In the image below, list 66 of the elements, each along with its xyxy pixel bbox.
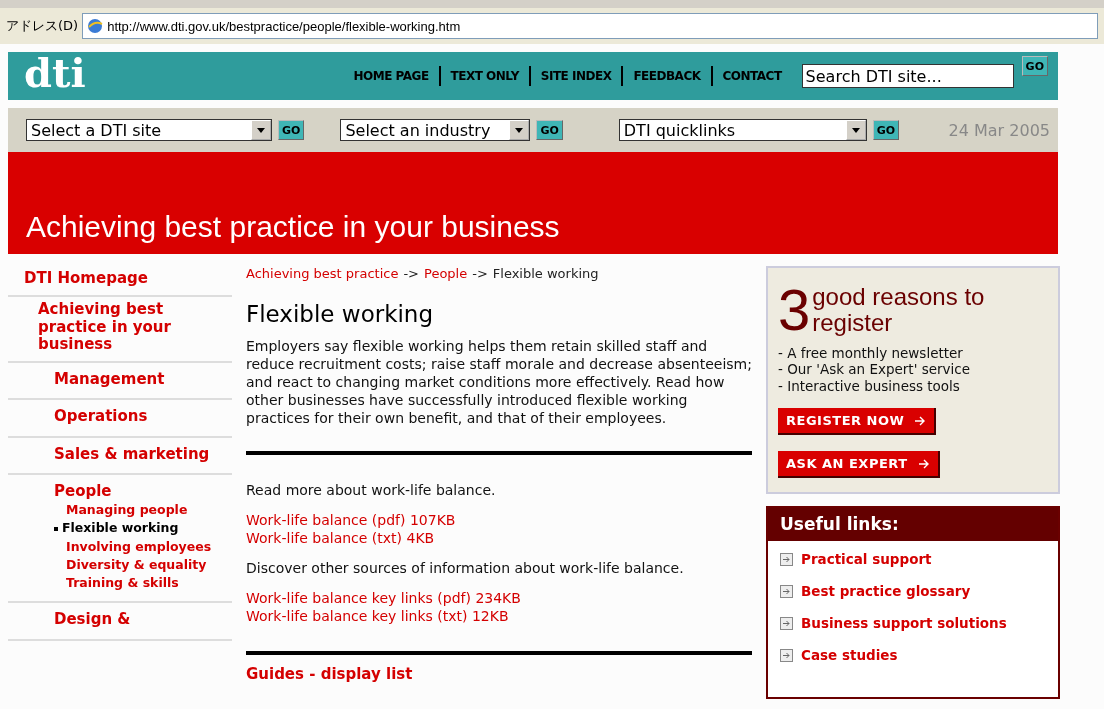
nav-subitem[interactable]: Involving employees (8, 538, 232, 555)
date: 24 Mar 2005 (948, 120, 1050, 140)
dropdown[interactable]: Select an industry (340, 119, 531, 141)
nav-subitem[interactable]: Diversity & equality (8, 556, 232, 573)
nav-link[interactable]: FEEDBACK (621, 66, 711, 86)
section-heading: Guides - display list (246, 665, 414, 683)
nav-item[interactable]: Operations (8, 408, 232, 426)
arrow-box-icon (780, 648, 793, 662)
breadcrumb-link[interactable]: People (424, 266, 468, 281)
useful-link[interactable]: Case studies (780, 647, 1046, 664)
register-button[interactable]: ASK AN EXPERT (778, 451, 940, 479)
nav-item[interactable]: DTI Homepage (8, 270, 232, 288)
intro-paragraph: Employers say flexible working helps them retain skilled staff and reduce recruitment costs; raise staff morale and decrease absenteeism; and react to changing market conditions more effectively. Read how other businesses have successfully introduced flexible working practices for their own benefit, and that of their employees. (246, 337, 752, 427)
globe-icon (87, 18, 104, 34)
go-button[interactable]: GO (1021, 56, 1048, 76)
caret-icon (845, 120, 866, 140)
caret-icon (251, 120, 271, 140)
register-button[interactable]: REGISTER NOW (778, 408, 937, 436)
nav-subitem[interactable]: Managing people (8, 502, 232, 519)
go-button[interactable]: GO (536, 120, 563, 140)
arrow-box-icon (780, 552, 793, 566)
nav-link[interactable]: SITE INDEX (528, 66, 622, 86)
search-field[interactable]: Search DTI site... (801, 64, 1014, 88)
reason-text: - Interactive business tools (778, 377, 961, 395)
caret-icon (509, 120, 530, 140)
nav-link[interactable]: CONTACT (710, 66, 792, 86)
download-link[interactable]: Work-life balance (txt) 4KB (246, 529, 752, 547)
breadcrumb-text: Flexible working (492, 266, 599, 281)
useful-link[interactable]: Best practice glossary (780, 583, 1046, 600)
nav-subitem[interactable]: Flexible working (8, 520, 232, 537)
breadcrumb-text: -> (472, 266, 488, 281)
section-text: Read more about work-life balance. (246, 481, 497, 499)
arrow-box-icon (780, 616, 793, 630)
banner-title: Achieving best practice in your business (26, 210, 560, 244)
reason-text: - A free monthly newsletter (778, 344, 964, 362)
arrow-icon (917, 458, 930, 469)
nav-item[interactable]: Achieving best practice in your business (8, 301, 232, 353)
nav-item[interactable]: People (8, 482, 232, 500)
download-link[interactable]: Work-life balance key links (pdf) 234KB (246, 589, 752, 607)
arrow-box-icon (780, 584, 793, 598)
download-link[interactable]: Work-life balance key links (txt) 12KB (246, 607, 752, 625)
nav-item[interactable]: Design & (8, 611, 232, 629)
go-button[interactable]: GO (278, 120, 305, 140)
reason-text: - Our 'Ask an Expert' service (778, 361, 971, 378)
useful-link[interactable]: Practical support (780, 551, 1046, 568)
download-link[interactable]: Work-life balance (pdf) 107KB (246, 511, 752, 529)
go-button[interactable]: GO (872, 120, 900, 140)
reasons-number: 3 (778, 284, 811, 337)
nav-item[interactable]: Management (8, 371, 232, 389)
section-text: Discover other sources of information about work-life balance. (246, 559, 685, 577)
nav-link[interactable]: TEXT ONLY (438, 66, 529, 86)
breadcrumb-text: -> (403, 266, 419, 281)
dropdown[interactable]: Select a DTI site (26, 119, 272, 141)
nav-link[interactable]: HOME PAGE (343, 66, 439, 86)
breadcrumb-link[interactable]: Achieving best practice (246, 266, 399, 281)
page-title: Flexible working (246, 301, 435, 327)
panel-title: Useful links: (768, 508, 1058, 542)
logo[interactable]: dti (24, 53, 86, 93)
nav-subitem[interactable]: Training & skills (8, 575, 232, 592)
useful-link[interactable]: Business support solutions (780, 615, 1046, 632)
address-field[interactable]: http://www.dti.gov.uk/bestpractice/people/flexible-working.htm (82, 13, 1098, 39)
dropdown[interactable]: DTI quicklinks (618, 119, 867, 141)
arrow-icon (914, 415, 927, 426)
nav-item[interactable]: Sales & marketing (8, 445, 232, 463)
register-title: good reasons to register (812, 284, 986, 337)
address-label: アドレス(D) (6, 17, 79, 35)
